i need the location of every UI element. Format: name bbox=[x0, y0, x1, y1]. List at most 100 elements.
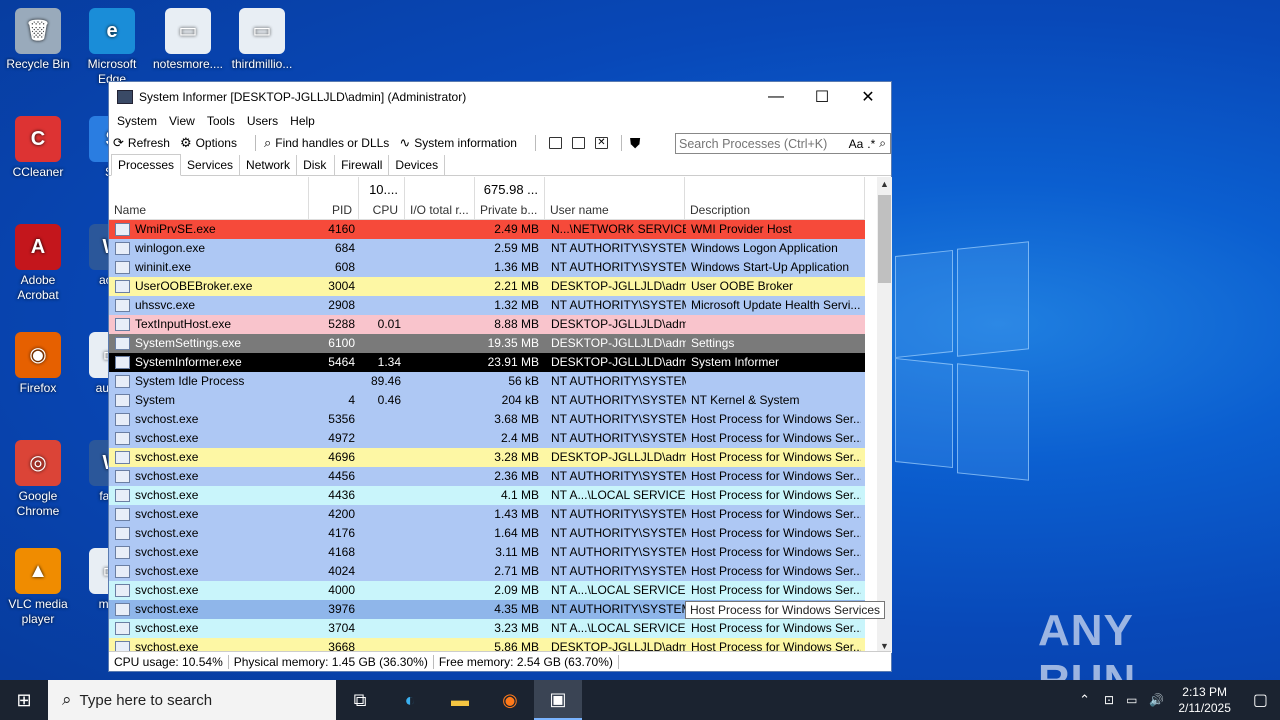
desktop-icon[interactable]: ▭ notesmore.... bbox=[150, 8, 226, 72]
process-icon bbox=[115, 584, 130, 597]
case-sensitive-toggle[interactable]: Aa bbox=[849, 137, 864, 151]
chevron-up-icon[interactable]: ⌃ bbox=[1079, 692, 1090, 708]
desktop-icon[interactable]: e Microsoft Edge bbox=[74, 8, 150, 87]
process-row[interactable]: System Idle Process 89.46 56 kB NT AUTHORIT… bbox=[109, 372, 865, 391]
process-row[interactable]: svchost.exe 4168 3.11 MB NT AUTHORITY\SYSTE… bbox=[109, 543, 865, 562]
desktop-icon[interactable]: A Adobe Acrobat bbox=[0, 224, 76, 303]
tab-network[interactable]: Network bbox=[240, 155, 298, 175]
process-row[interactable]: svchost.exe 3704 3.23 MB NT A...\LOCAL SERV… bbox=[109, 619, 865, 638]
menu-users[interactable]: Users bbox=[241, 114, 284, 128]
process-row[interactable]: SystemSettings.exe 6100 19.35 MB DESKTOP-JG… bbox=[109, 334, 865, 353]
display-icon[interactable]: ▭ bbox=[1126, 693, 1137, 707]
menu-view[interactable]: View bbox=[163, 114, 201, 128]
graph-icon: ∿ bbox=[399, 135, 411, 150]
shield-icon[interactable]: ⛊ bbox=[630, 135, 641, 152]
maximize-button[interactable]: ☐ bbox=[799, 87, 845, 107]
options-label: Options bbox=[195, 136, 237, 150]
search-input[interactable] bbox=[676, 136, 849, 151]
process-row[interactable]: wininit.exe 608 1.36 MB NT AUTHORITY\SYSTEM… bbox=[109, 258, 865, 277]
taskbar-firefox[interactable]: ◉ bbox=[486, 680, 534, 720]
desktop-icon[interactable]: ◉ Firefox bbox=[0, 332, 76, 396]
clock[interactable]: 2:13 PM 2/11/2025 bbox=[1178, 684, 1231, 716]
title-bar[interactable]: System Informer [DESKTOP-JGLLJLD\admin] … bbox=[109, 82, 891, 111]
process-row[interactable]: svchost.exe 4972 2.4 MB NT AUTHORITY\SYSTEM… bbox=[109, 429, 865, 448]
taskbar-file-explorer[interactable]: ▬ bbox=[436, 680, 484, 720]
process-row[interactable]: svchost.exe 4696 3.28 MB DESKTOP-JGLLJLD\ad… bbox=[109, 448, 865, 467]
process-row[interactable]: System 4 0.46 204 kB NT AUTHORITY\SYSTEM NT K… bbox=[109, 391, 865, 410]
column-description[interactable]: Description bbox=[685, 177, 865, 220]
process-icon bbox=[115, 470, 130, 483]
process-row[interactable]: winlogon.exe 684 2.59 MB NT AUTHORITY\SYSTE… bbox=[109, 239, 865, 258]
process-row[interactable]: SystemInformer.exe 5464 1.34 23.91 MB DESKTO… bbox=[109, 353, 865, 372]
scroll-up-arrow[interactable]: ▲ bbox=[877, 179, 892, 189]
process-user-name: NT AUTHORITY\SYSTEM bbox=[551, 602, 686, 616]
close-window-icon[interactable]: ✕ bbox=[594, 137, 608, 149]
process-row[interactable]: WmiPrvSE.exe 4160 2.49 MB N...\NETWORK SERV… bbox=[109, 220, 865, 239]
desktop-icon[interactable]: ◎ Google Chrome bbox=[0, 440, 76, 519]
network-icon[interactable]: ⊡ bbox=[1104, 693, 1114, 707]
process-row[interactable]: svchost.exe 4000 2.09 MB NT A...\LOCAL SERV… bbox=[109, 581, 865, 600]
menu-help[interactable]: Help bbox=[284, 114, 321, 128]
process-icon bbox=[115, 432, 130, 445]
process-name: svchost.exe bbox=[135, 545, 199, 559]
task-view-button[interactable]: ⧉ bbox=[336, 680, 384, 720]
close-button[interactable]: ✕ bbox=[845, 87, 891, 107]
column-name[interactable]: Name bbox=[109, 177, 309, 220]
minimize-button[interactable]: — bbox=[753, 88, 799, 106]
system-informer-icon: ▣ bbox=[549, 688, 567, 709]
system-tray: ⌃ ⊡ ▭ 🔊 2:13 PM 2/11/2025 ▢ bbox=[1071, 680, 1280, 720]
process-row[interactable]: svchost.exe 4456 2.36 MB NT AUTHORITY\SYSTE… bbox=[109, 467, 865, 486]
desktop-icon[interactable]: ▲ VLC media player bbox=[0, 548, 76, 627]
volume-icon[interactable]: 🔊 bbox=[1149, 693, 1164, 707]
process-row[interactable]: UserOOBEBroker.exe 3004 2.21 MB DESKTOP-JGL… bbox=[109, 277, 865, 296]
options-button[interactable]: ⚙ Options bbox=[180, 135, 237, 151]
desktop-icon[interactable]: 🗑 Recycle Bin bbox=[0, 8, 76, 72]
menu-system[interactable]: System bbox=[111, 114, 163, 128]
desktop-icon[interactable]: C CCleaner bbox=[0, 116, 76, 180]
taskbar-search[interactable]: ⌕ Type here to search bbox=[48, 680, 336, 720]
tab-services[interactable]: Services bbox=[181, 155, 241, 175]
column-cpu[interactable]: 10.... CPU bbox=[359, 177, 405, 220]
process-row[interactable]: TextInputHost.exe 5288 0.01 8.88 MB DESKTOP-… bbox=[109, 315, 865, 334]
window-icon[interactable] bbox=[548, 137, 562, 149]
desktop-icon[interactable]: ▭ thirdmillio... bbox=[224, 8, 300, 72]
vertical-scrollbar[interactable]: ▲ ▼ bbox=[877, 177, 892, 653]
process-pid: 4200 bbox=[328, 507, 355, 521]
tab-disk[interactable]: Disk bbox=[297, 155, 336, 175]
process-row[interactable]: svchost.exe 5356 3.68 MB NT AUTHORITY\SYSTE… bbox=[109, 410, 865, 429]
process-pid: 4160 bbox=[328, 222, 355, 236]
process-row[interactable]: uhssvc.exe 2908 1.32 MB NT AUTHORITY\SYSTEM… bbox=[109, 296, 865, 315]
system-information-button[interactable]: ∿ System information bbox=[399, 135, 517, 151]
tab-processes[interactable]: Processes bbox=[111, 154, 182, 176]
refresh-button[interactable]: ⟳ Refresh bbox=[113, 135, 170, 151]
start-button[interactable]: ⊞ bbox=[0, 680, 48, 720]
tab-firewall[interactable]: Firewall bbox=[335, 155, 390, 175]
process-row[interactable]: svchost.exe 4176 1.64 MB NT AUTHORITY\SYSTE… bbox=[109, 524, 865, 543]
toolbar-separator bbox=[254, 135, 256, 151]
process-private-bytes: 4.35 MB bbox=[494, 602, 539, 616]
column-user-name[interactable]: User name bbox=[545, 177, 685, 220]
process-pid: 3004 bbox=[328, 279, 355, 293]
menu-tools[interactable]: Tools bbox=[201, 114, 241, 128]
tab-devices[interactable]: Devices bbox=[389, 155, 446, 175]
taskbar-edge[interactable]: ◐ bbox=[386, 680, 434, 720]
taskbar-system-informer[interactable]: ▣ bbox=[534, 680, 582, 720]
process-private-bytes: 2.4 MB bbox=[500, 431, 539, 445]
scroll-down-arrow[interactable]: ▼ bbox=[877, 641, 892, 651]
process-name: svchost.exe bbox=[135, 431, 199, 445]
process-name: svchost.exe bbox=[135, 564, 199, 578]
process-row[interactable]: svchost.exe 4024 2.71 MB NT AUTHORITY\SYSTE… bbox=[109, 562, 865, 581]
process-row[interactable]: svchost.exe 4200 1.43 MB NT AUTHORITY\SYSTE… bbox=[109, 505, 865, 524]
find-handles-button[interactable]: ⌕ Find handles or DLLs bbox=[264, 135, 389, 151]
column-pid[interactable]: PID bbox=[309, 177, 359, 220]
column-private-bytes[interactable]: 675.98 ... Private b... bbox=[475, 177, 545, 220]
regex-toggle[interactable]: .* bbox=[867, 137, 875, 151]
process-icon bbox=[115, 337, 130, 350]
cpu-usage-status: CPU usage: 10.54% bbox=[109, 654, 229, 669]
process-row[interactable]: svchost.exe 4436 4.1 MB NT A...\LOCAL SERVI… bbox=[109, 486, 865, 505]
process-user-name: NT AUTHORITY\SYSTEM bbox=[551, 374, 686, 388]
column-io[interactable]: I/O total r... bbox=[405, 177, 475, 220]
find-window-icon[interactable] bbox=[571, 137, 585, 149]
notification-icon[interactable]: ▢ bbox=[1253, 690, 1268, 710]
scrollbar-thumb[interactable] bbox=[878, 195, 891, 283]
